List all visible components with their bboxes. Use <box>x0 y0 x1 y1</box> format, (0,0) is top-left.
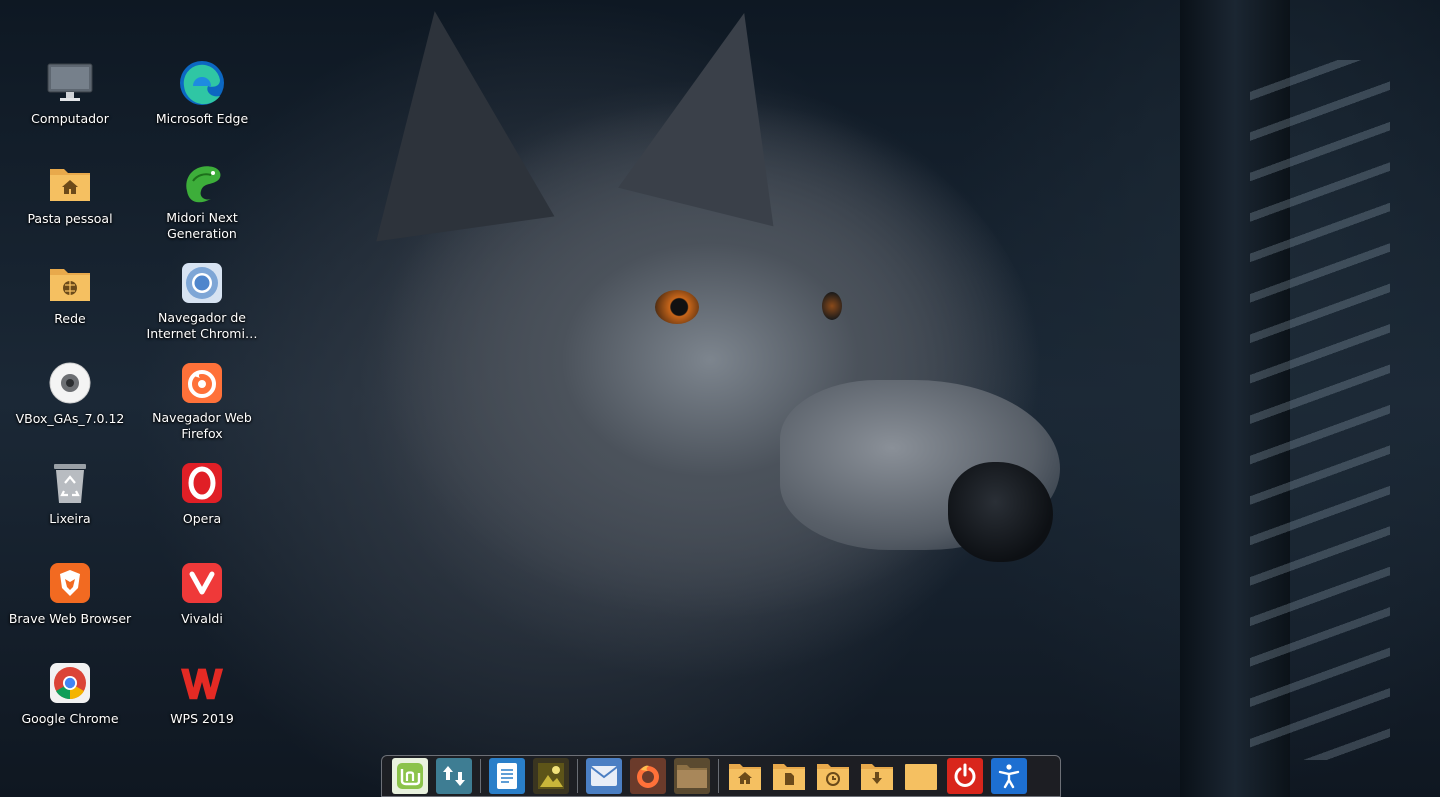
wallpaper-wolf-eye <box>655 290 699 324</box>
desktop-icon-wps[interactable]: WPS 2019 <box>137 652 267 742</box>
update-manager-icon <box>443 766 465 786</box>
file-manager-button[interactable] <box>674 758 710 794</box>
desktop-icon-google-chrome[interactable]: Google Chrome <box>5 652 135 742</box>
desktop-icon-vbox-gas[interactable]: VBox_GAs_7.0.12 <box>5 352 135 442</box>
power-icon <box>954 763 976 787</box>
desktop-icon-label: Computador <box>31 111 109 126</box>
desktop-icon-label: Google Chrome <box>21 711 119 726</box>
downloads-folder-icon <box>861 764 893 790</box>
accessibility-button[interactable] <box>991 758 1027 794</box>
documents-folder-icon <box>773 764 805 790</box>
firefox-dock-button[interactable] <box>630 758 666 794</box>
desktop-icon-firefox[interactable]: Navegador Web Firefox <box>137 352 267 442</box>
dock-separator <box>577 759 578 793</box>
home-folder-icon <box>47 160 93 206</box>
mint-menu-button[interactable] <box>392 758 428 794</box>
dock-separator <box>718 759 719 793</box>
desktop-icon-label: Navegador Web Firefox <box>152 410 252 441</box>
desktop-icon-chromium[interactable]: Navegador de Internet Chromi… <box>137 252 267 342</box>
desktop-icon-label: Microsoft Edge <box>155 111 249 126</box>
vivaldi-icon <box>179 560 225 606</box>
update-manager-button[interactable] <box>436 758 472 794</box>
desktop-icon-label: Brave Web Browser <box>8 611 132 626</box>
desktop-icon-opera[interactable]: Opera <box>137 452 267 542</box>
network-folder-icon <box>47 260 93 306</box>
desktop-icon-vivaldi[interactable]: Vivaldi <box>137 552 267 642</box>
image-viewer-button[interactable] <box>533 758 569 794</box>
opera-icon <box>179 460 225 506</box>
power-button[interactable] <box>947 758 983 794</box>
desktop-icon-label: Vivaldi <box>181 611 223 626</box>
home-folder-dock-button[interactable] <box>727 758 763 794</box>
desktop-icon-label: VBox_GAs_7.0.12 <box>15 411 125 426</box>
edge-icon <box>179 60 225 106</box>
home-folder-icon <box>729 764 761 790</box>
desktop-icon-brave[interactable]: Brave Web Browser <box>5 552 135 642</box>
desktop-icon-computador[interactable]: Computador <box>5 52 135 142</box>
computer-icon <box>47 60 93 106</box>
firefox-icon <box>179 360 225 405</box>
text-editor-button[interactable] <box>489 758 525 794</box>
mail-button[interactable] <box>586 758 622 794</box>
trash-icon <box>47 460 93 506</box>
image-viewer-icon <box>538 763 564 789</box>
text-editor-icon <box>497 763 517 789</box>
wallpaper-wolf-eye <box>822 292 842 320</box>
desktop-icon-midori[interactable]: Midori Next Generation <box>137 152 267 242</box>
wps-icon <box>179 660 225 706</box>
wallpaper-wolf-ear <box>345 0 555 242</box>
desktop-icon-rede[interactable]: Rede <box>5 252 135 342</box>
wallpaper-wolf <box>330 80 1050 700</box>
desktop-icon-lixeira[interactable]: Lixeira <box>5 452 135 542</box>
recent-folder-icon <box>817 764 849 790</box>
downloads-folder-dock-button[interactable] <box>859 758 895 794</box>
documents-folder-dock-button[interactable] <box>771 758 807 794</box>
desktop-icon-label: Pasta pessoal <box>27 211 113 226</box>
desktop-icon-label: WPS 2019 <box>170 711 234 726</box>
file-manager-icon <box>677 765 707 788</box>
folder-icon <box>905 764 937 790</box>
desktop-icon-label: Midori Next Generation <box>166 210 238 241</box>
recent-folder-dock-button[interactable] <box>815 758 851 794</box>
firefox-icon <box>637 765 659 788</box>
chromium-icon <box>179 260 225 305</box>
desktop-icon-label: Lixeira <box>49 511 91 526</box>
desktop-icon-label: Navegador de Internet Chromi… <box>146 310 258 341</box>
mail-icon <box>590 766 618 786</box>
chrome-icon <box>47 660 93 706</box>
wallpaper-snow-branches <box>1250 60 1390 760</box>
dock-separator <box>480 759 481 793</box>
accessibility-icon <box>998 764 1020 789</box>
optical-disc-icon <box>47 360 93 406</box>
wallpaper-wolf-nose <box>948 462 1053 562</box>
wallpaper-tree <box>1180 0 1290 797</box>
mint-menu-icon <box>397 763 423 789</box>
midori-icon <box>179 160 225 205</box>
desktop-icon-pasta-pessoal[interactable]: Pasta pessoal <box>5 152 135 242</box>
desktop-icon-microsoft-edge[interactable]: Microsoft Edge <box>137 52 267 142</box>
wallpaper-wolf-snout <box>780 380 1060 550</box>
desktop-icon-label: Opera <box>182 511 222 526</box>
desktop-icon-label: Rede <box>54 311 86 326</box>
dock-panel <box>381 755 1061 797</box>
folder-dock-button[interactable] <box>903 758 939 794</box>
brave-icon <box>47 560 93 606</box>
wallpaper-wolf-ear <box>618 0 822 227</box>
